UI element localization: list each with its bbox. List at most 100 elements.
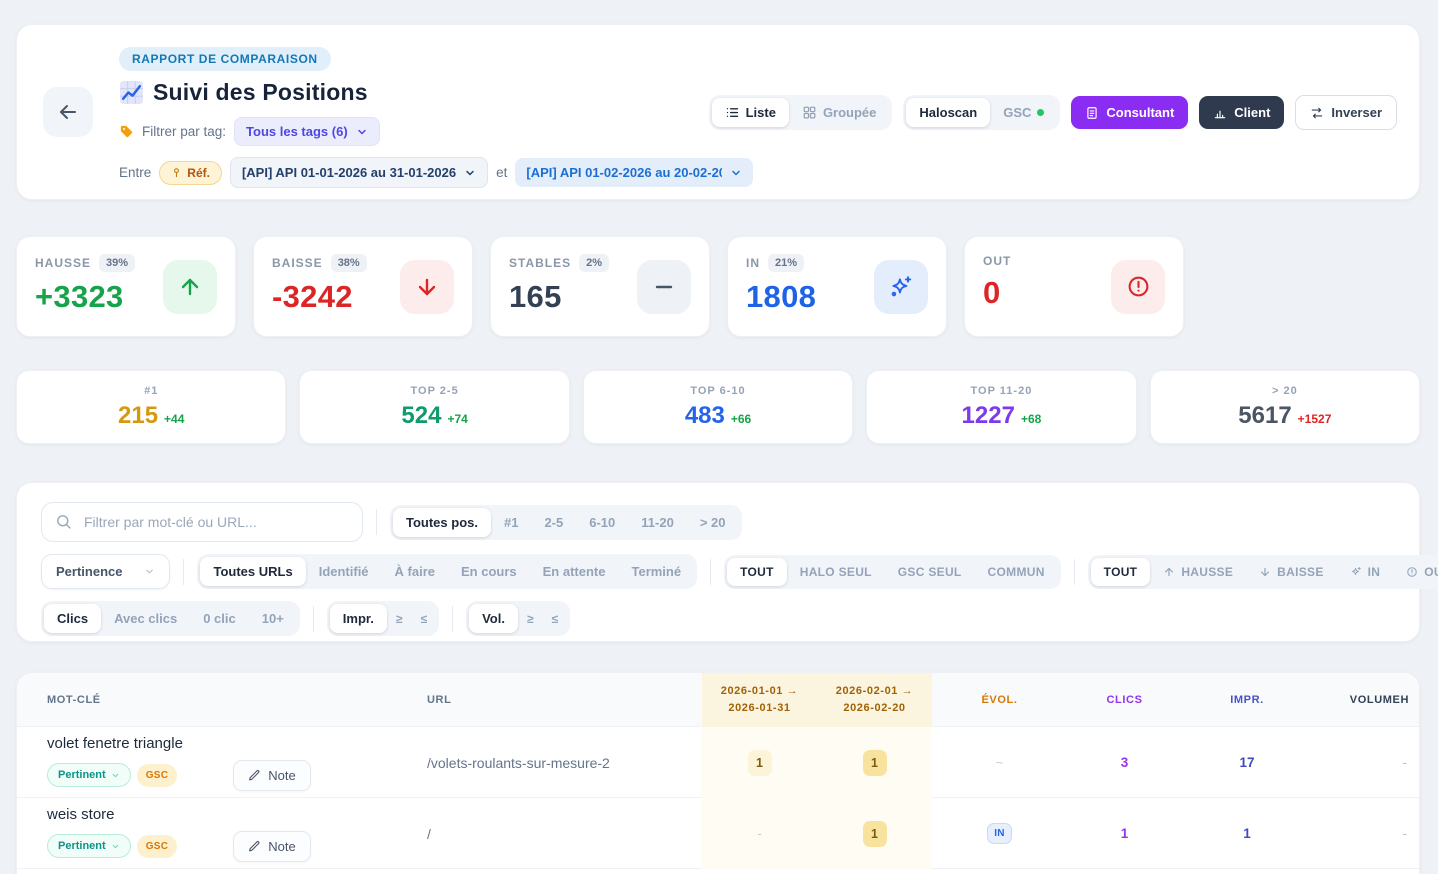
evolution-cell: ~ [932,754,1067,772]
search-input[interactable] [41,502,363,542]
stat-label: BAISSE [272,256,323,270]
tab-halo-seul[interactable]: HALO SEUL [787,558,885,586]
tab-clics[interactable]: Clics [44,604,101,633]
tab-en-cours[interactable]: En cours [448,557,530,586]
tab-10-plus[interactable]: 10+ [249,604,297,633]
col-header-period2: 2026-02-01 → 2026-02-20 [817,673,932,727]
note-button[interactable]: Note [233,760,310,791]
stat-percent-badge: 38% [331,254,367,272]
impr-lte-button[interactable]: ≤ [411,605,436,633]
stat-value: 0 [983,275,1011,311]
pertinence-badge[interactable]: Pertinent [47,763,131,787]
stat-percent-badge: 2% [579,254,609,272]
client-button[interactable]: Client [1199,96,1284,129]
tab-evol-in[interactable]: IN [1337,558,1394,586]
tab-evol-in-label: IN [1368,565,1381,579]
position-label: > 20 [1272,385,1298,397]
tab-toutes-pos[interactable]: Toutes pos. [393,508,491,537]
chevron-down-icon [111,771,120,780]
position-value: 524 [401,402,441,430]
arrow-down-icon [1259,566,1271,578]
view-groupee-button[interactable]: Groupée [789,98,889,127]
position-filter-tabs: Toutes pos. #1 2-5 6-10 11-20 > 20 [390,505,742,540]
tab-0-clic[interactable]: 0 clic [190,604,249,633]
tab-pos-1[interactable]: #1 [491,508,531,537]
stat-label: IN [746,256,760,270]
period-2-select[interactable]: [API] API 01-02-2026 au 20-02-2026 [515,158,753,187]
stat-value: -3242 [272,279,367,315]
period2-line1: 2026-02-01 → [825,683,924,700]
table-row: weis store Pertinent GSC Note [17,798,1419,869]
swap-icon [1310,106,1324,120]
position-delta: +44 [164,412,184,426]
vol-gte-button[interactable]: ≥ [518,605,543,633]
impr-gte-button[interactable]: ≥ [387,605,412,633]
inverser-label: Inverser [1331,105,1382,120]
tab-commun[interactable]: COMMUN [975,558,1058,586]
filter-row-1: Toutes pos. #1 2-5 6-10 11-20 > 20 [41,502,1395,542]
inverser-button[interactable]: Inverser [1295,95,1397,130]
url-status-tabs: Toutes URLs Identifié À faire En cours E… [197,554,697,589]
clics-value: 3 [1121,755,1129,770]
tab-evol-tout[interactable]: TOUT [1091,558,1151,586]
clics-filter-tabs: Clics Avec clics 0 clic 10+ [41,601,300,636]
position-delta: +68 [1021,412,1041,426]
pertinence-badge[interactable]: Pertinent [47,834,131,858]
pertinence-select[interactable]: Pertinence [41,554,170,589]
gsc-badge: GSC [137,835,178,858]
tab-gsc-seul[interactable]: GSC SEUL [885,558,975,586]
table-header: MOT-CLÉ URL 2026-01-01 → 2026-01-31 2026… [17,673,1419,727]
tab-evol-baisse[interactable]: BAISSE [1246,558,1336,586]
back-button[interactable] [43,87,93,137]
source-filter-tabs: TOUT HALO SEUL GSC SEUL COMMUN [724,555,1061,589]
consultant-button[interactable]: Consultant [1071,96,1188,129]
tag-select-value: Tous les tags (6) [246,124,348,139]
client-label: Client [1234,105,1270,120]
header-main: RAPPORT DE COMPARAISON Suivi des Positio… [119,47,753,188]
tab-avec-clics[interactable]: Avec clics [101,604,190,633]
tab-pos-2-5[interactable]: 2-5 [531,508,576,537]
tab-evol-out[interactable]: OUT [1393,558,1438,586]
position-value-badge: 1 [863,750,887,776]
volume-filter: Vol. ≥ ≤ [466,601,570,636]
period1-cell: 1 [702,727,817,798]
source-haloscan-button[interactable]: Haloscan [906,98,990,127]
keyword-name: volet fenetre triangle [47,735,407,752]
tab-a-faire[interactable]: À faire [382,557,448,586]
vol-label-button[interactable]: Vol. [469,604,518,633]
tab-pos-over-20[interactable]: > 20 [687,508,739,537]
period-row: Entre Réf. [API] API 01-01-2026 au 31-01… [119,157,753,188]
pertinence-select-value: Pertinence [56,564,122,579]
tab-identifie[interactable]: Identifié [306,557,382,586]
source-gsc-button[interactable]: GSC [990,98,1057,127]
tab-evol-hausse[interactable]: HAUSSE [1150,558,1246,586]
impr-label-button[interactable]: Impr. [330,604,387,633]
alert-circle-icon [1406,566,1418,578]
view-groupee-label: Groupée [823,105,876,120]
position-value: 5617 [1238,402,1291,430]
position-delta: +74 [447,412,467,426]
stat-value: +3323 [35,279,135,315]
tab-termine[interactable]: Terminé [618,557,694,586]
report-type-badge: RAPPORT DE COMPARAISON [119,47,331,71]
note-button[interactable]: Note [233,831,310,862]
stat-label: HAUSSE [35,256,91,270]
tab-pos-11-20[interactable]: 11-20 [628,508,687,537]
tag-filter-select[interactable]: Tous les tags (6) [234,117,380,146]
vol-lte-button[interactable]: ≤ [543,605,568,633]
stat-card-baisse: BAISSE 38% -3242 [253,236,473,337]
note-button-label: Note [268,768,295,783]
tab-toutes-urls[interactable]: Toutes URLs [200,557,305,586]
source-toggle: Haloscan GSC [903,95,1060,130]
tab-en-attente[interactable]: En attente [530,557,619,586]
evolution-cell: IN [932,823,1067,844]
tab-pos-6-10[interactable]: 6-10 [576,508,628,537]
period-1-select[interactable]: [API] API 01-01-2026 au 31-01-2026 [230,157,488,188]
stat-value: 165 [509,279,609,315]
tab-source-tout[interactable]: TOUT [727,558,787,586]
view-liste-button[interactable]: Liste [712,98,789,127]
divider [452,606,453,632]
col-header-clics: CLICS [1067,694,1182,706]
col-header-url: URL [407,694,702,706]
view-toggle: Liste Groupée [709,95,893,130]
